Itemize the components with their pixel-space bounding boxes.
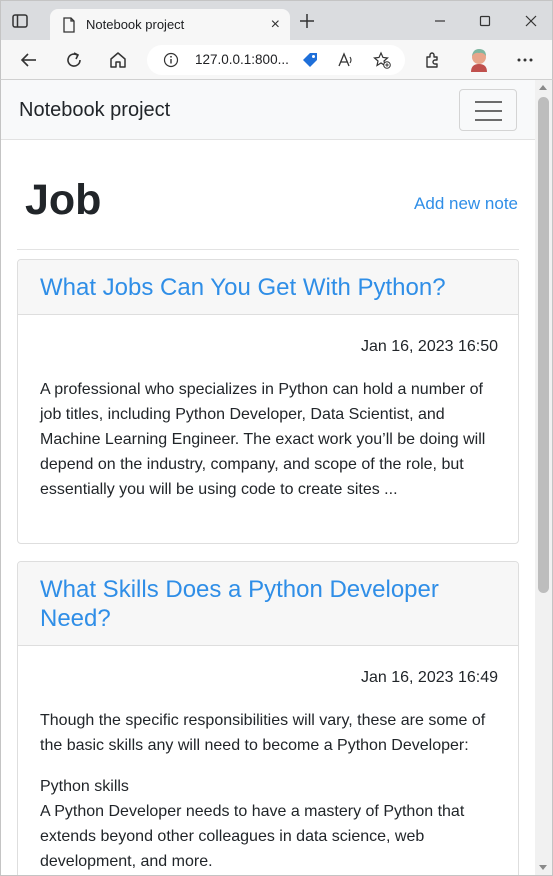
navbar-brand[interactable]: Notebook project	[19, 99, 170, 122]
note-card: What Skills Does a Python Developer Need…	[17, 561, 519, 875]
back-arrow-icon[interactable]	[19, 50, 39, 70]
note-paragraph: Though the specific responsibilities wil…	[40, 712, 486, 754]
minimize-icon[interactable]	[430, 11, 450, 31]
tab-close-icon[interactable]: ×	[271, 16, 280, 34]
maximize-icon[interactable]	[475, 11, 495, 31]
scrollbar-thumb[interactable]	[538, 97, 549, 593]
info-icon[interactable]	[163, 52, 179, 68]
navbar: Notebook project	[1, 80, 536, 140]
refresh-icon[interactable]	[64, 50, 84, 70]
note-paragraph: A Python Developer needs to have a maste…	[40, 803, 465, 870]
browser-tab-bar: Notebook project ×	[0, 0, 553, 41]
browser-toolbar: 127.0.0.1:800...	[0, 40, 553, 80]
home-icon[interactable]	[108, 50, 128, 70]
note-text: Though the specific responsibilities wil…	[40, 708, 498, 874]
more-icon[interactable]	[515, 50, 535, 70]
note-card: What Jobs Can You Get With Python? Jan 1…	[17, 259, 519, 544]
note-title-link[interactable]: What Skills Does a Python Developer Need…	[40, 575, 496, 633]
navbar-toggler-button[interactable]	[459, 89, 517, 131]
tab-actions-icon[interactable]	[11, 12, 29, 30]
url-text[interactable]: 127.0.0.1:800...	[195, 52, 289, 67]
extensions-icon[interactable]	[423, 50, 443, 70]
note-text: A professional who specializes in Python…	[40, 377, 498, 502]
note-date: Jan 16, 2023 16:50	[360, 338, 498, 355]
note-card-body: Jan 16, 2023 16:50 A professional who sp…	[18, 315, 518, 502]
vertical-scrollbar[interactable]	[535, 80, 552, 875]
close-icon[interactable]	[521, 11, 541, 31]
note-paragraph: Python skills	[40, 778, 129, 795]
address-bar[interactable]: 127.0.0.1:800...	[147, 45, 405, 75]
note-title-link[interactable]: What Jobs Can You Get With Python?	[40, 273, 496, 302]
add-new-note-link[interactable]: Add new note	[414, 194, 518, 214]
plus-icon[interactable]	[297, 11, 317, 31]
browser-tab-active[interactable]: Notebook project ×	[50, 9, 290, 41]
note-card-header: What Jobs Can You Get With Python?	[18, 260, 518, 315]
hamburger-icon	[475, 101, 502, 103]
page-viewport: Notebook project Job Add new note What J…	[0, 80, 553, 876]
scroll-down-icon[interactable]	[539, 865, 547, 870]
profile-avatar[interactable]	[468, 48, 490, 72]
page-title: Job	[25, 176, 102, 224]
tab-title: Notebook project	[86, 17, 185, 32]
add-favorite-icon[interactable]	[373, 51, 391, 69]
scroll-up-icon[interactable]	[539, 85, 547, 90]
note-paragraph: A professional who specializes in Python…	[40, 381, 486, 498]
tag-icon[interactable]	[301, 51, 319, 69]
divider	[17, 249, 519, 250]
note-date: Jan 16, 2023 16:49	[360, 669, 498, 686]
note-card-body: Jan 16, 2023 16:49 Though the specific r…	[18, 646, 518, 874]
note-card-header: What Skills Does a Python Developer Need…	[18, 562, 518, 646]
read-aloud-icon[interactable]	[337, 51, 355, 69]
page-icon	[63, 17, 75, 33]
